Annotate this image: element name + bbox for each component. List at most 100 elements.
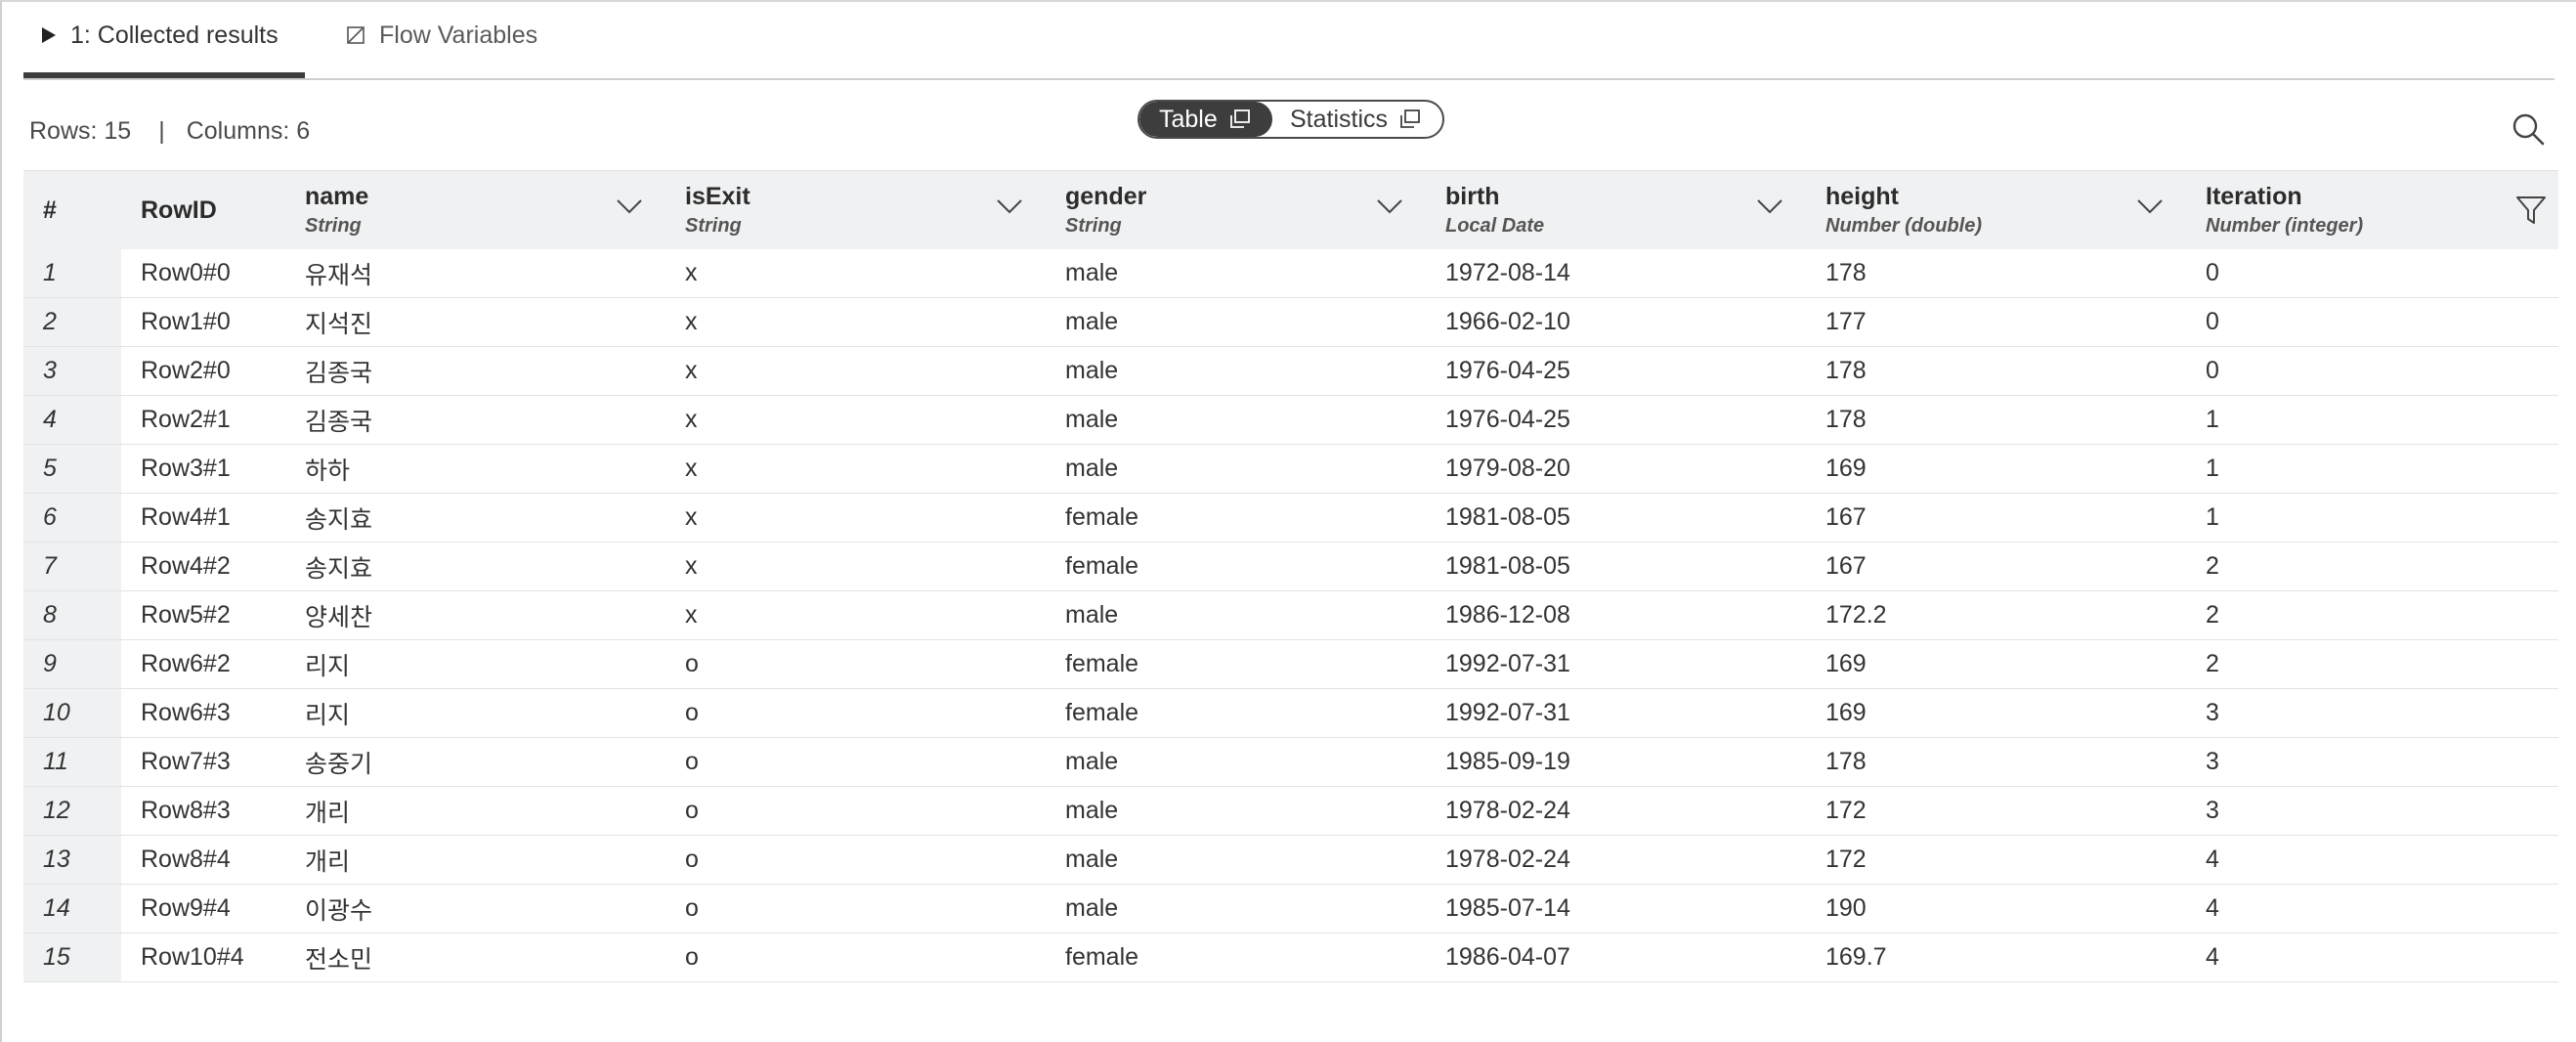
- row-id-cell: Row8#3: [121, 786, 285, 836]
- table-info-bar: Rows: 15 | Columns: 6: [29, 111, 310, 151]
- row-index: 1: [23, 249, 121, 298]
- gender-cell: female: [1046, 688, 1426, 738]
- chevron-down-icon[interactable]: [2137, 198, 2163, 219]
- birth-cell: 1986-04-07: [1426, 933, 1806, 982]
- gender-cell: male: [1046, 249, 1426, 298]
- gender-cell: male: [1046, 590, 1426, 640]
- table-row[interactable]: 10 Row6#3 리지 o female 1992-07-31 169 3: [23, 688, 2558, 738]
- height-cell: 172: [1806, 786, 2186, 836]
- gender-cell: female: [1046, 542, 1426, 591]
- row-id-cell: Row2#1: [121, 395, 285, 445]
- isexit-cell: x: [665, 395, 1046, 445]
- column-header-name[interactable]: name String: [285, 170, 665, 249]
- height-cell: 178: [1806, 737, 2186, 787]
- table-row[interactable]: 6 Row4#1 송지효 x female 1981-08-05 167 1: [23, 493, 2558, 543]
- height-cell: 178: [1806, 249, 2186, 298]
- gender-cell: male: [1046, 346, 1426, 396]
- name-cell: 리지: [285, 639, 665, 689]
- chevron-down-icon[interactable]: [1377, 198, 1402, 219]
- filter-icon[interactable]: [2515, 195, 2547, 231]
- row-id-cell: Row0#0: [121, 249, 285, 298]
- table-row[interactable]: 14 Row9#4 이광수 o male 1985-07-14 190 4: [23, 884, 2558, 933]
- isexit-cell: o: [665, 933, 1046, 982]
- iteration-cell: 0: [2186, 249, 2558, 298]
- isexit-cell: o: [665, 786, 1046, 836]
- table-view-button[interactable]: Table: [1139, 102, 1272, 137]
- gender-cell: male: [1046, 297, 1426, 347]
- search-icon[interactable]: [2511, 111, 2550, 151]
- birth-cell: 1978-02-24: [1426, 835, 1806, 885]
- iteration-cell: 1: [2186, 444, 2558, 494]
- birth-cell: 1985-09-19: [1426, 737, 1806, 787]
- tab-label: Flow Variables: [379, 21, 538, 49]
- table-row[interactable]: 2 Row1#0 지석진 x male 1966-02-10 177 0: [23, 297, 2558, 347]
- birth-cell: 1981-08-05: [1426, 542, 1806, 591]
- table-row[interactable]: 15 Row10#4 전소민 o female 1986-04-07 169.7 4: [23, 933, 2558, 982]
- table-row[interactable]: 3 Row2#0 김종국 x male 1976-04-25 178 0: [23, 346, 2558, 396]
- birth-cell: 1972-08-14: [1426, 249, 1806, 298]
- height-cell: 169: [1806, 444, 2186, 494]
- table-body: 1 Row0#0 유재석 x male 1972-08-14 178 0 2 Row1#0 지석진 x…: [23, 249, 2558, 982]
- birth-cell: 1981-08-05: [1426, 493, 1806, 543]
- table-row[interactable]: 9 Row6#2 리지 o female 1992-07-31 169 2: [23, 639, 2558, 689]
- row-index: 8: [23, 590, 121, 640]
- chevron-down-icon[interactable]: [617, 198, 642, 219]
- iteration-cell: 0: [2186, 297, 2558, 347]
- row-id-cell: Row6#3: [121, 688, 285, 738]
- table-row[interactable]: 7 Row4#2 송지효 x female 1981-08-05 167 2: [23, 542, 2558, 591]
- column-header-iteration[interactable]: Iteration Number (integer): [2186, 170, 2558, 249]
- name-cell: 전소민: [285, 933, 665, 982]
- chevron-down-icon[interactable]: [997, 198, 1022, 219]
- tab-flow-variables[interactable]: Flow Variables: [346, 2, 537, 68]
- row-index: 7: [23, 542, 121, 591]
- gender-cell: male: [1046, 444, 1426, 494]
- gender-cell: female: [1046, 639, 1426, 689]
- tab-collected-results[interactable]: 1: Collected results: [23, 2, 305, 78]
- row-index: 5: [23, 444, 121, 494]
- row-id-cell: Row10#4: [121, 933, 285, 982]
- name-cell: 송중기: [285, 737, 665, 787]
- row-index: 4: [23, 395, 121, 445]
- table-row[interactable]: 12 Row8#3 개리 o male 1978-02-24 172 3: [23, 786, 2558, 836]
- table-row[interactable]: 13 Row8#4 개리 o male 1978-02-24 172 4: [23, 835, 2558, 885]
- chevron-down-icon[interactable]: [1757, 198, 1782, 219]
- table-row[interactable]: 11 Row7#3 송중기 o male 1985-09-19 178 3: [23, 737, 2558, 787]
- height-cell: 167: [1806, 542, 2186, 591]
- iteration-cell: 2: [2186, 542, 2558, 591]
- iteration-cell: 2: [2186, 590, 2558, 640]
- table-row[interactable]: 8 Row5#2 양세찬 x male 1986-12-08 172.2 2: [23, 590, 2558, 640]
- birth-cell: 1978-02-24: [1426, 786, 1806, 836]
- flow-variable-icon: [346, 25, 365, 45]
- isexit-cell: x: [665, 493, 1046, 543]
- table-row[interactable]: 4 Row2#1 김종국 x male 1976-04-25 178 1: [23, 395, 2558, 445]
- column-header-isexit[interactable]: isExit String: [665, 170, 1046, 249]
- isexit-cell: o: [665, 835, 1046, 885]
- data-table: # RowID name String isExit String gender St…: [23, 170, 2558, 982]
- column-count: Columns: 6: [186, 116, 311, 145]
- column-header-height[interactable]: height Number (double): [1806, 170, 2186, 249]
- row-count: Rows: 15: [29, 116, 132, 145]
- statistics-view-button[interactable]: Statistics: [1272, 102, 1421, 137]
- column-title: gender: [1065, 183, 1147, 210]
- isexit-cell: o: [665, 688, 1046, 738]
- column-type: Number (integer): [2206, 215, 2364, 237]
- isexit-cell: o: [665, 737, 1046, 787]
- table-row[interactable]: 1 Row0#0 유재석 x male 1972-08-14 178 0: [23, 249, 2558, 298]
- row-id-cell: Row6#2: [121, 639, 285, 689]
- column-type: String: [1065, 215, 1122, 237]
- iteration-cell: 4: [2186, 884, 2558, 933]
- row-id-cell: Row1#0: [121, 297, 285, 347]
- birth-cell: 1976-04-25: [1426, 395, 1806, 445]
- gender-cell: male: [1046, 835, 1426, 885]
- iteration-cell: 2: [2186, 639, 2558, 689]
- name-cell: 하하: [285, 444, 665, 494]
- active-tab-indicator: [23, 72, 305, 78]
- column-header-birth[interactable]: birth Local Date: [1426, 170, 1806, 249]
- column-header-gender[interactable]: gender String: [1046, 170, 1426, 249]
- isexit-cell: x: [665, 297, 1046, 347]
- column-title: Iteration: [2206, 183, 2302, 210]
- table-row[interactable]: 5 Row3#1 하하 x male 1979-08-20 169 1: [23, 444, 2558, 494]
- column-type: Local Date: [1445, 215, 1545, 237]
- iteration-cell: 3: [2186, 688, 2558, 738]
- birth-cell: 1966-02-10: [1426, 297, 1806, 347]
